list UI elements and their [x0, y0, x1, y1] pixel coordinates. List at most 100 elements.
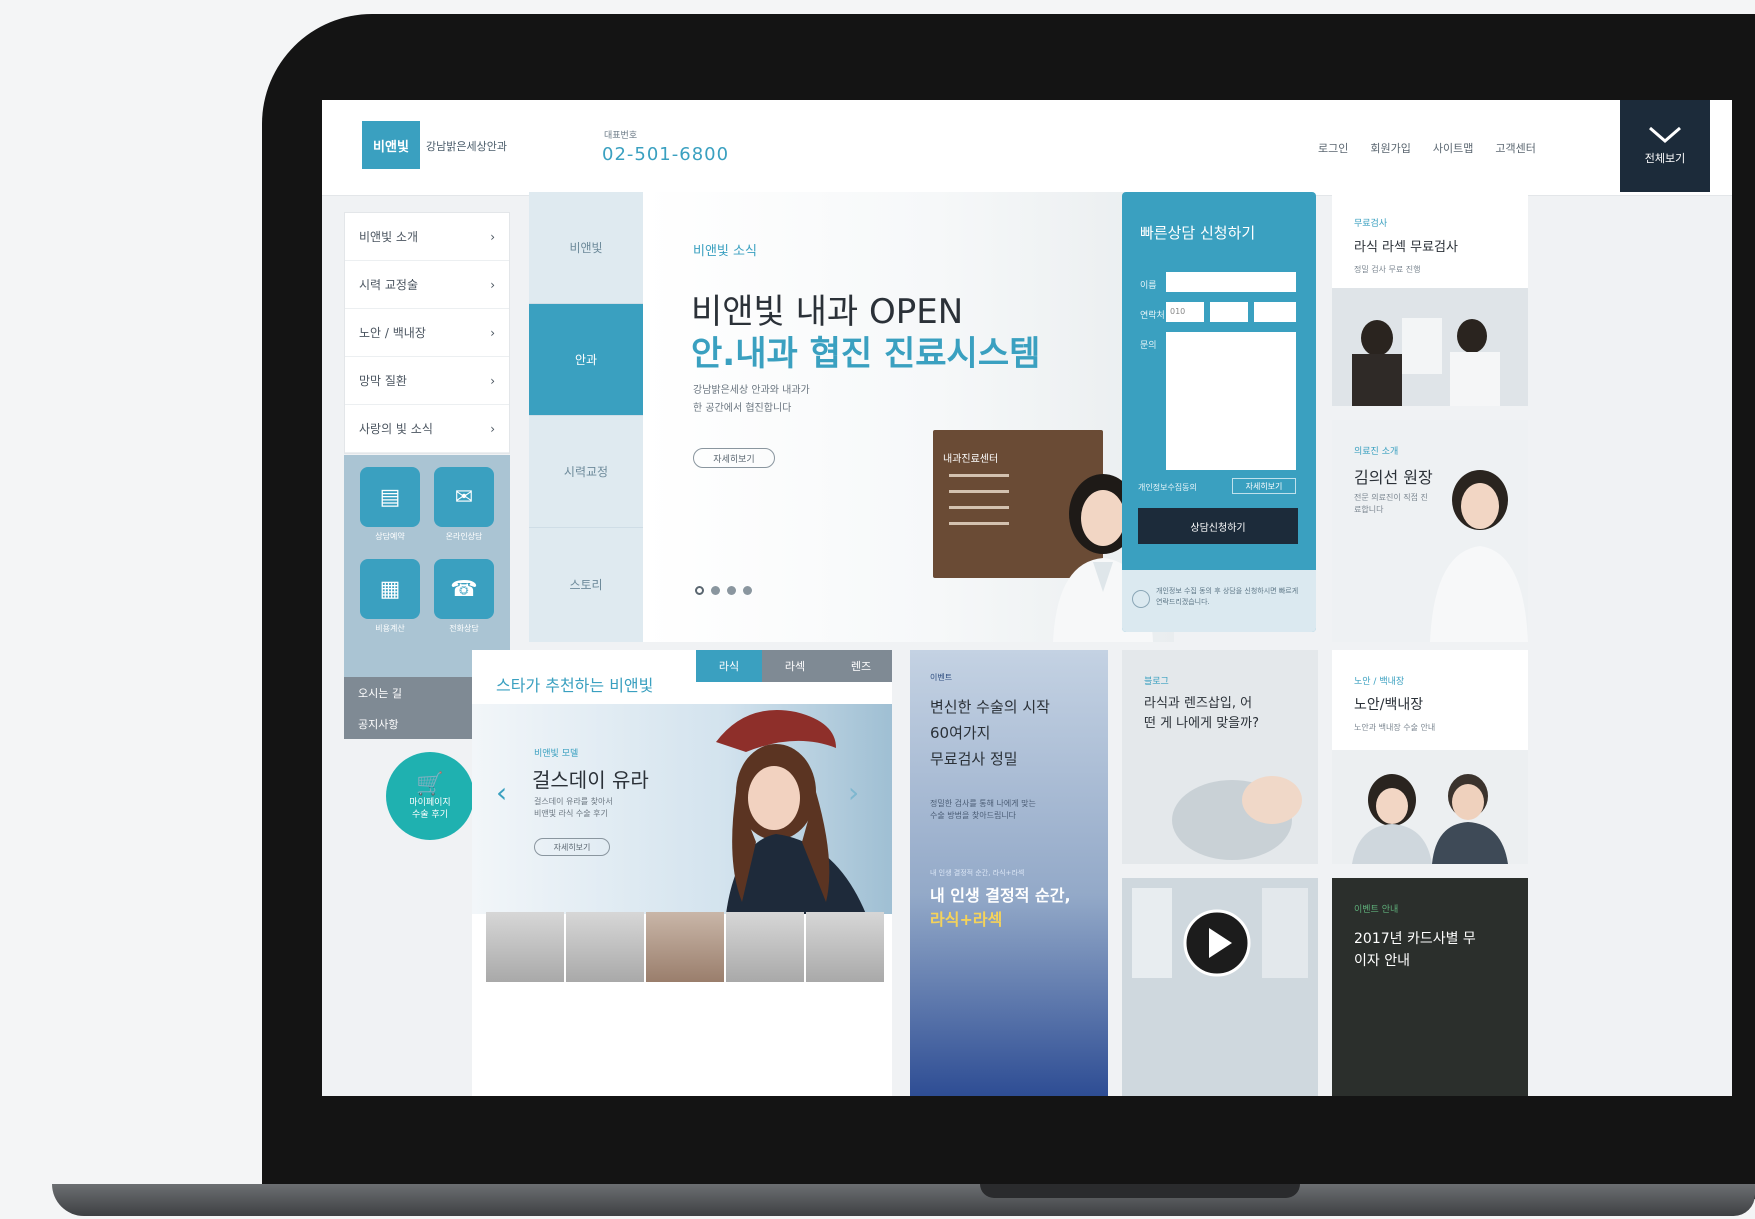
hero-dot[interactable]: [695, 586, 704, 595]
hero-dot[interactable]: [727, 586, 736, 595]
star-tab[interactable]: 라식: [696, 650, 762, 682]
consult-note: 개인정보 수집 동의 후 상담을 신청하시면 빠르게 연락드리겠습니다.: [1122, 570, 1316, 632]
card-desc: 전문 의료진이 직접 진료합니다: [1354, 493, 1428, 514]
phone-prefix-select[interactable]: 010: [1166, 302, 1204, 322]
presbyopia-card[interactable]: 노안 / 백내장 노안/백내장 노안과 백내장 수술 안내: [1332, 650, 1528, 864]
event-card[interactable]: 이벤트 안내 2017년 카드사별 무이자 안내: [1332, 878, 1528, 1096]
free-exam-card[interactable]: 무료검사 라식 라섹 무료검사 정밀 검사 무료 진행: [1332, 192, 1528, 406]
agree-detail-button[interactable]: 자세히보기: [1232, 478, 1296, 494]
prev-arrow-icon[interactable]: ‹: [496, 776, 507, 809]
nav-support[interactable]: 고객센터: [1495, 140, 1535, 156]
promo-desc-line: 수술 방법을 찾아드립니다: [930, 811, 1017, 820]
card-title: 라식과 렌즈삽입, 어떤 게 나에게 맞을까?: [1144, 696, 1259, 731]
star-section-title: 스타가 추천하는 비앤빛: [496, 676, 654, 695]
reservation-icon[interactable]: ▤: [360, 467, 420, 527]
hero-dot[interactable]: [743, 586, 752, 595]
phone-number: 02-501-6800: [602, 144, 730, 165]
consult-title: 빠른상담 신청하기: [1140, 224, 1256, 242]
chevron-right-icon: ›: [490, 325, 495, 340]
card-kicker: 노안 / 백내장: [1354, 677, 1405, 687]
sidebar-item[interactable]: 망막 질환 ›: [345, 357, 509, 405]
doctor-photo: [1430, 470, 1528, 642]
hero-tab[interactable]: 비앤빛: [529, 192, 643, 304]
hero-tab[interactable]: 스토리: [529, 528, 643, 640]
promo-title-line: 변신한 수술의 시작: [930, 698, 1050, 716]
star-thumbnail[interactable]: [646, 912, 724, 982]
next-arrow-icon[interactable]: ›: [848, 776, 859, 809]
doctor-card[interactable]: 의료진 소개 김의선 원장 전문 의료진이 직접 진료합니다: [1332, 420, 1528, 642]
chevron-right-icon: ›: [490, 373, 495, 388]
all-menu-label: 전체보기: [1644, 152, 1686, 165]
star-tab[interactable]: 라섹: [762, 650, 828, 682]
couple-photo: [1332, 750, 1528, 864]
mypage-button[interactable]: 🛒 마이페이지 수술 후기: [386, 752, 474, 840]
phone-mid-field[interactable]: [1210, 302, 1248, 322]
blog-card[interactable]: 블로그 라식과 렌즈삽입, 어떤 게 나에게 맞을까?: [1122, 650, 1318, 864]
card-title: 2017년 카드사별 무이자 안내: [1354, 931, 1476, 969]
card-kicker: 이벤트 안내: [1354, 905, 1399, 915]
sidebar-menu: 비앤빛 소개 › 시력 교정술 › 노안 / 백내장 › 망막 질환 › 사랑의 빛 소…: [344, 212, 510, 454]
hero-banner: 내과진료센터 비앤빛 소식 비앤빛 내과 OPEN 안.내과 협진 진료시스템 …: [643, 192, 1174, 642]
promo-card[interactable]: 이벤트 변신한 수술의 시작 60여가지 무료검사 정밀 정밀한 검사를 통해 …: [910, 650, 1108, 1096]
memo-label: 문의: [1140, 341, 1157, 351]
nav-login[interactable]: 로그인: [1318, 140, 1348, 156]
clinic-sign-title: 내과진료센터: [943, 454, 999, 465]
sidebar-item[interactable]: 사랑의 빛 소식 ›: [345, 405, 509, 453]
promo-title-line: 60여가지: [930, 724, 991, 742]
consult-note-text: 개인정보 수집 동의 후 상담을 신청하시면 빠르게 연락드리겠습니다.: [1156, 587, 1299, 606]
star-thumbnail[interactable]: [566, 912, 644, 982]
card-title: 김의선 원장: [1354, 468, 1433, 487]
nav-sitemap[interactable]: 사이트맵: [1433, 140, 1473, 156]
cart-label-2: 수술 후기: [412, 809, 448, 820]
video-card[interactable]: [1122, 878, 1318, 1096]
agree-label[interactable]: 개인정보수집동의: [1138, 482, 1197, 493]
quick-label: 전화상담: [449, 624, 479, 633]
hero-subtitle: 안.내과 협진 진료시스템: [691, 334, 1041, 374]
star-tab[interactable]: 렌즈: [828, 650, 892, 682]
exam-photo: [1332, 288, 1528, 406]
sidebar-item-label: 비앤빛 소개: [359, 230, 419, 244]
chat-icon[interactable]: ✉: [434, 467, 494, 527]
promo-title: 변신한 수술의 시작 60여가지 무료검사 정밀: [930, 694, 1050, 772]
sidebar-item[interactable]: 시력 교정술 ›: [345, 261, 509, 309]
star-thumbnail[interactable]: [726, 912, 804, 982]
hero-tab-active[interactable]: 안과: [529, 304, 643, 416]
browser-screen: 비앤빛 강남밝은세상안과 대표번호 02-501-6800 로그인 회원가입 사…: [322, 100, 1732, 1096]
star-name: 걸스데이 유라: [532, 768, 649, 792]
promo-small: 내 인생 결정적 순간, 라식+라섹: [930, 869, 1025, 877]
tel-label: 대표번호: [604, 131, 638, 141]
all-menu-button[interactable]: 전체보기: [1620, 100, 1710, 192]
hero-tab[interactable]: 시력교정: [529, 416, 643, 528]
site-logo[interactable]: 비앤빛: [362, 121, 420, 169]
hero-pagination: [695, 586, 752, 595]
play-icon[interactable]: [1182, 908, 1252, 978]
submit-button[interactable]: 상담신청하기: [1138, 508, 1298, 544]
name-field[interactable]: [1166, 272, 1296, 292]
hero-dot[interactable]: [711, 586, 720, 595]
hero-tabs: 비앤빛 안과 시력교정 스토리: [529, 192, 643, 642]
promo-title-line: 무료검사 정밀: [930, 750, 1018, 768]
chevron-right-icon: ›: [490, 229, 495, 244]
sidebar-item[interactable]: 비앤빛 소개 ›: [345, 213, 509, 261]
promo-big-line: 내 인생 결정적 순간,: [930, 886, 1071, 905]
nav-join[interactable]: 회원가입: [1370, 140, 1410, 156]
sidebar-item[interactable]: 노안 / 백내장 ›: [345, 309, 509, 357]
phone-icon[interactable]: ☎: [434, 559, 494, 619]
site-header: 비앤빛 강남밝은세상안과 대표번호 02-501-6800 로그인 회원가입 사…: [322, 100, 1732, 196]
phone-last-field[interactable]: [1254, 302, 1296, 322]
card-title: 노안/백내장: [1354, 697, 1424, 713]
star-thumbnail[interactable]: [806, 912, 884, 982]
promo-desc: 정밀한 검사를 통해 나에게 맞는 수술 방법을 찾아드립니다: [930, 798, 1036, 822]
card-kicker: 의료진 소개: [1354, 447, 1399, 457]
laptop-base: [52, 1184, 1755, 1216]
memo-textarea[interactable]: [1166, 332, 1296, 470]
promo-desc-line: 정밀한 검사를 통해 나에게 맞는: [930, 799, 1036, 808]
star-tabs: 라식 라섹 렌즈: [696, 650, 892, 682]
sidebar-item-label: 사랑의 빛 소식: [359, 422, 433, 436]
quick-label: 상담예약: [375, 532, 405, 541]
hero-more-button[interactable]: 자세히보기: [693, 448, 775, 468]
calculator-icon[interactable]: ▦: [360, 559, 420, 619]
star-more-button[interactable]: 자세히보기: [534, 838, 610, 856]
star-thumbnail[interactable]: [486, 912, 564, 982]
sidebar-item-label: 노안 / 백내장: [359, 326, 426, 340]
